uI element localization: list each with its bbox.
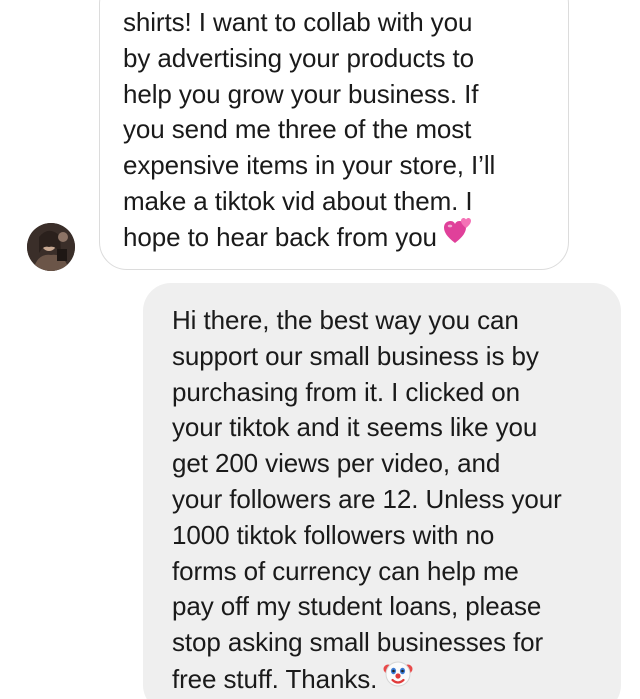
incoming-message-line: help you grow your business. If <box>123 78 479 109</box>
incoming-message-line: shirts! I want to collab with you <box>123 7 473 37</box>
outgoing-message-line: your tiktok and it seems like you <box>172 412 538 443</box>
outgoing-message-line: pay off my student loans, please <box>172 591 542 622</box>
outgoing-message-line: stop asking small businesses for <box>172 627 544 658</box>
outgoing-message-line: Hi there, the best way you can <box>172 305 519 335</box>
incoming-message-bubble[interactable]: shirts! I want to collab with you by adv… <box>99 0 569 270</box>
outgoing-message-text: Hi there, the best way you can support o… <box>172 303 612 699</box>
outgoing-message-last-line: free stuff. Thanks. <box>172 661 612 699</box>
outgoing-message-line: purchasing from it. I clicked on <box>172 376 520 407</box>
incoming-message-line: hope to hear back from you <box>123 221 437 252</box>
incoming-message-line: make a tiktok vid about them. I <box>123 185 473 216</box>
incoming-message-text: shirts! I want to collab with you by adv… <box>123 5 553 258</box>
heart-icon <box>443 217 473 255</box>
incoming-message-line: by advertising your products to <box>123 42 474 73</box>
outgoing-message-line: support our small business is by <box>172 340 539 371</box>
outgoing-message-line: 1000 tiktok followers with no <box>172 519 495 550</box>
incoming-message-row: shirts! I want to collab with you by adv… <box>0 0 640 272</box>
sender-avatar[interactable] <box>27 223 75 271</box>
clown-face-icon <box>383 658 413 698</box>
chat-thread: shirts! I want to collab with you by adv… <box>0 0 640 699</box>
incoming-message-last-line: hope to hear back from you <box>123 217 553 258</box>
outgoing-message-line: free stuff. Thanks. <box>172 663 378 694</box>
outgoing-message-line: get 200 views per video, and <box>172 448 501 479</box>
outgoing-message-line: forms of currency can help me <box>172 555 519 586</box>
outgoing-message-bubble[interactable]: Hi there, the best way you can support o… <box>143 283 621 699</box>
avatar-photo-icon <box>27 223 75 271</box>
incoming-message-line: expensive items in your store, I’ll <box>123 150 496 181</box>
incoming-message-line: you send me three of the most <box>123 114 472 145</box>
outgoing-message-line: your followers are 12. Unless your <box>172 483 562 514</box>
